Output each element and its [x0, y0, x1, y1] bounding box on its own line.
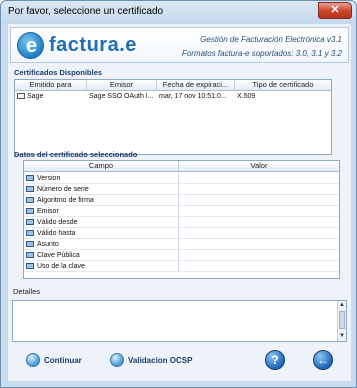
dialog-content: e factura.e Gestión de Facturación Elect… — [8, 24, 351, 381]
certificates-table[interactable]: Emitido para Emisor Fecha de expiraci...… — [14, 79, 332, 155]
column-header-value[interactable]: Valor — [179, 161, 339, 171]
cert-fields-header: Campo Valor — [24, 161, 339, 172]
field-icon — [26, 197, 34, 203]
field-icon — [26, 230, 34, 236]
dialog-window: Por favor, seleccione un certificado ✕ e… — [0, 0, 357, 388]
column-header-type[interactable]: Tipo de certificado — [235, 80, 331, 90]
certificates-table-header: Emitido para Emisor Fecha de expiraci...… — [15, 80, 331, 91]
details-textarea[interactable]: ▲ ▼ — [12, 300, 347, 342]
field-row-valid-from[interactable]: Válido desde — [24, 217, 339, 228]
field-icon — [26, 208, 34, 214]
cert-fields-table[interactable]: Campo Valor Version Número de serie Algo… — [23, 160, 340, 279]
field-icon — [26, 252, 34, 258]
field-icon — [26, 186, 34, 192]
field-row-public-key[interactable]: Clave Pública — [24, 250, 339, 261]
window-title: Por favor, seleccione un certificado — [8, 6, 164, 17]
field-row-issuer[interactable]: Emisor — [24, 206, 339, 217]
help-button[interactable]: ? — [265, 350, 285, 370]
scroll-down-icon[interactable]: ▼ — [338, 332, 346, 341]
field-row-key-usage[interactable]: Uso de la clave — [24, 261, 339, 272]
field-row-signature-algorithm[interactable]: Algoritmo de firma — [24, 195, 339, 206]
app-version-text: Gestión de Facturación Electrónica v3.1 — [200, 35, 342, 44]
column-header-issued-to[interactable]: Emitido para — [15, 80, 87, 90]
column-header-issuer[interactable]: Emisor — [87, 80, 157, 90]
ocsp-validation-button[interactable]: Validacion OCSP — [110, 351, 192, 369]
back-button[interactable]: ← — [313, 350, 333, 370]
app-header: e factura.e Gestión de Facturación Elect… — [10, 27, 349, 63]
field-row-subject[interactable]: Asunto — [24, 239, 339, 250]
close-button[interactable]: ✕ — [318, 2, 352, 19]
field-row-serial[interactable]: Número de serie — [24, 184, 339, 195]
title-bar[interactable]: Por favor, seleccione un certificado ✕ — [1, 1, 356, 23]
table-row[interactable]: Sage Sage SSO OAuth I... mar, 17 nov 10:… — [15, 92, 331, 102]
field-icon — [26, 241, 34, 247]
field-icon — [26, 219, 34, 225]
cell-type: X.509 — [237, 93, 256, 100]
cell-issuer: Sage SSO OAuth I... — [89, 93, 154, 100]
certs-group-label: Certificados Disponibles — [14, 68, 102, 77]
logo-text: factura.e — [49, 34, 137, 56]
column-header-expiry[interactable]: Fecha de expiraci... — [157, 80, 235, 90]
details-scrollbar[interactable]: ▲ ▼ — [337, 301, 346, 341]
details-label: Detalles — [13, 287, 41, 296]
supported-formats-text: Formatos factura-e soportados: 3.0, 3.1 … — [181, 49, 342, 58]
continue-button[interactable]: Continuar — [26, 351, 82, 369]
column-header-field[interactable]: Campo — [24, 161, 179, 171]
field-icon — [26, 263, 34, 269]
facturae-logo-icon: e — [17, 32, 44, 59]
field-icon — [26, 175, 34, 181]
globe-icon — [26, 353, 40, 367]
scroll-thumb[interactable] — [339, 311, 345, 329]
cert-data-group-label: Datos del certificado seleccionado — [14, 150, 138, 159]
field-row-valid-to[interactable]: Válido hasta — [24, 228, 339, 239]
globe-icon — [110, 353, 124, 367]
cell-issued-to: Sage — [15, 92, 87, 102]
certificate-icon — [17, 93, 25, 99]
scroll-up-icon[interactable]: ▲ — [338, 301, 346, 310]
cell-expiry: mar, 17 nov 10:51:0... — [159, 93, 227, 100]
field-row-version[interactable]: Version — [24, 173, 339, 184]
